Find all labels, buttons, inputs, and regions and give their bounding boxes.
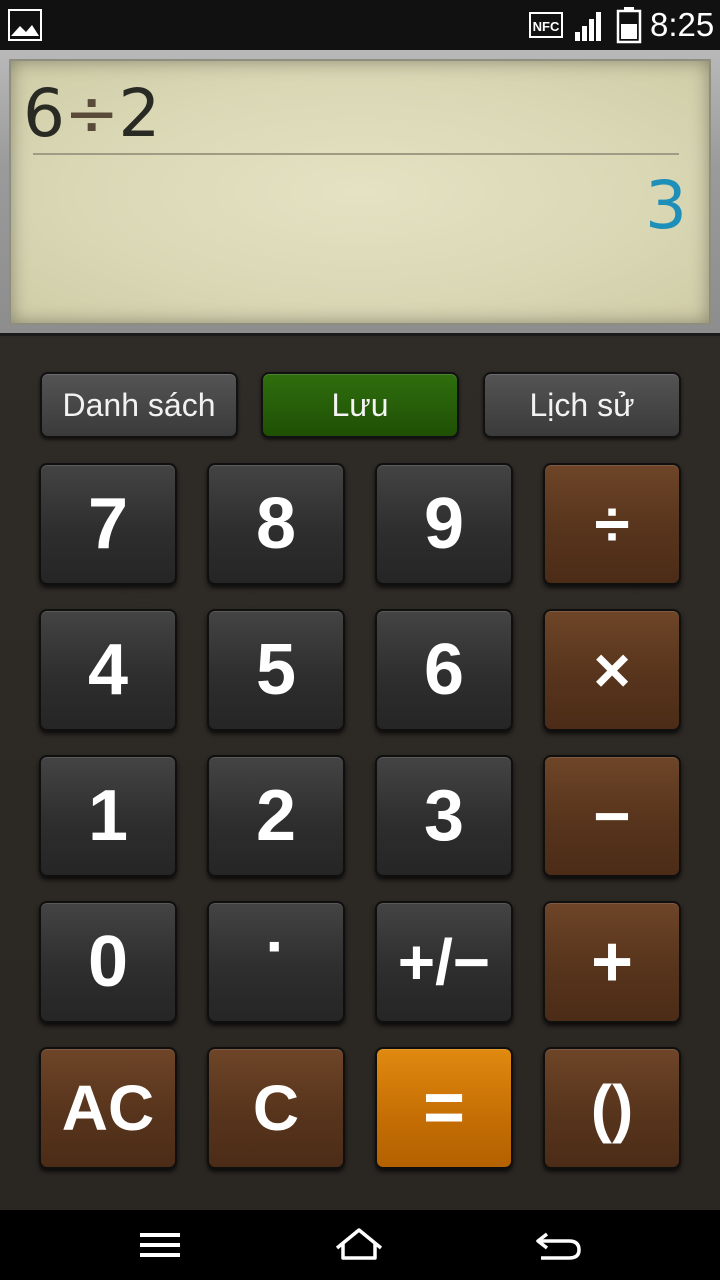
- parentheses-label: (): [590, 1072, 634, 1144]
- expression-operand-2: 2: [118, 75, 160, 152]
- key-3[interactable]: 3: [375, 755, 513, 877]
- key-5-label: 5: [255, 630, 297, 710]
- key-1-label: 1: [87, 776, 129, 856]
- equals-button[interactable]: =: [375, 1047, 513, 1169]
- key-4-label: 4: [87, 630, 129, 710]
- minus-label: −: [593, 780, 631, 852]
- signal-icon: [575, 12, 601, 41]
- key-4[interactable]: 4: [39, 609, 177, 731]
- key-6[interactable]: 6: [375, 609, 513, 731]
- navigation-bar: [0, 1210, 720, 1280]
- back-icon[interactable]: [529, 1222, 589, 1268]
- key-5[interactable]: 5: [207, 609, 345, 731]
- expression-operand-1: 6: [23, 75, 65, 152]
- display-screen: 6÷2 3: [9, 59, 711, 325]
- keypad: Danh sách Lưu Lịch sử 7 8 9 ÷ 4 5 6 × 1 …: [0, 339, 720, 1210]
- decimal-point-label: ·: [265, 910, 287, 982]
- key-2-label: 2: [255, 776, 297, 856]
- decimal-point-button[interactable]: ·: [207, 901, 345, 1023]
- divide-button[interactable]: ÷: [543, 463, 681, 585]
- list-button[interactable]: Danh sách: [40, 372, 238, 438]
- multiply-label: ×: [593, 634, 631, 706]
- all-clear-label: AC: [61, 1072, 155, 1144]
- key-0[interactable]: 0: [39, 901, 177, 1023]
- key-2[interactable]: 2: [207, 755, 345, 877]
- display-divider: [33, 153, 679, 155]
- battery-icon: [616, 7, 642, 44]
- status-bar: NFC 8:25: [0, 0, 720, 50]
- key-3-label: 3: [423, 776, 465, 856]
- clock: 8:25: [650, 6, 715, 43]
- clear-label: C: [252, 1072, 300, 1144]
- sign-toggle-label: +/−: [397, 926, 491, 998]
- result-display: 3: [645, 167, 687, 244]
- nfc-icon: NFC: [529, 12, 563, 38]
- parentheses-button[interactable]: (): [543, 1047, 681, 1169]
- key-0-label: 0: [87, 922, 129, 1002]
- history-button[interactable]: Lịch sử: [483, 372, 681, 438]
- key-8-label: 8: [255, 484, 297, 564]
- multiply-button[interactable]: ×: [543, 609, 681, 731]
- plus-button[interactable]: +: [543, 901, 681, 1023]
- key-8[interactable]: 8: [207, 463, 345, 585]
- equals-label: =: [422, 1068, 466, 1148]
- key-7[interactable]: 7: [39, 463, 177, 585]
- key-9[interactable]: 9: [375, 463, 513, 585]
- key-6-label: 6: [423, 630, 465, 710]
- gallery-icon: [8, 9, 42, 41]
- svg-text:NFC: NFC: [533, 19, 560, 34]
- expression-display: 6÷2: [23, 75, 160, 152]
- expression-operator: ÷: [64, 75, 119, 152]
- display-frame: 6÷2 3: [0, 50, 720, 336]
- menu-icon[interactable]: [130, 1222, 190, 1268]
- plus-label: +: [590, 922, 634, 1002]
- minus-button[interactable]: −: [543, 755, 681, 877]
- key-7-label: 7: [87, 484, 129, 564]
- all-clear-button[interactable]: AC: [39, 1047, 177, 1169]
- save-button[interactable]: Lưu: [261, 372, 459, 438]
- sign-toggle-button[interactable]: +/−: [375, 901, 513, 1023]
- key-1[interactable]: 1: [39, 755, 177, 877]
- home-icon[interactable]: [329, 1222, 389, 1268]
- clear-button[interactable]: C: [207, 1047, 345, 1169]
- key-9-label: 9: [423, 484, 465, 564]
- divide-label: ÷: [594, 488, 630, 560]
